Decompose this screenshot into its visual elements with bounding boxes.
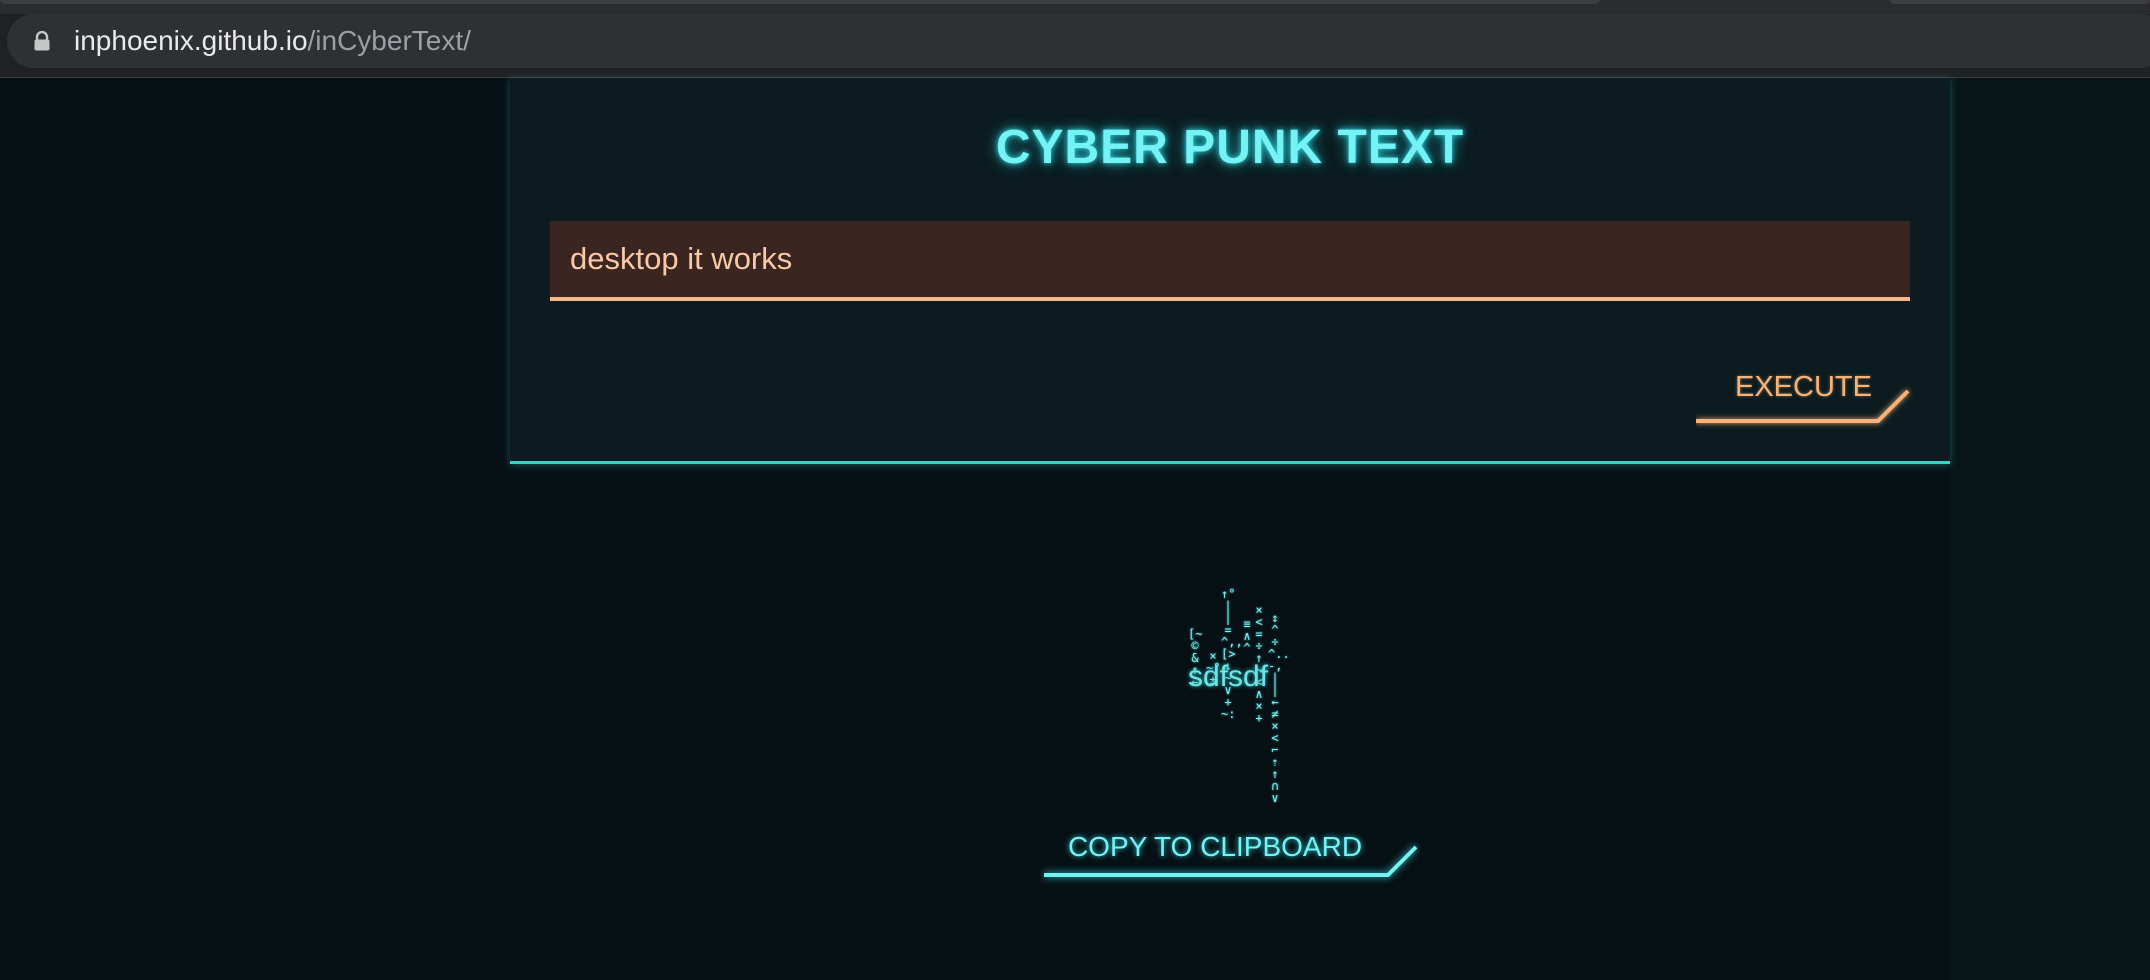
page-content: CYBER PUNK TEXT EXECUTE [~©&↑← ×~°± ↑°||…	[0, 78, 2150, 980]
browser-tab[interactable]	[1890, 0, 2150, 4]
glyph-column: ↑°||=^,,[>↓~∨+~:	[1221, 587, 1243, 721]
browser-tab[interactable]	[0, 0, 1600, 4]
tab-strip	[0, 0, 2150, 14]
url-text[interactable]: inphoenix.github.io/inCyberText/	[74, 22, 471, 60]
execute-button-underline	[1696, 389, 1910, 423]
execute-button[interactable]: EXECUTE	[1696, 363, 1921, 433]
glyph-column: ↕^÷^..-,||←≠×<⌐⇡↑∩∨	[1268, 611, 1290, 805]
output-text: sdfsdf	[1188, 660, 1269, 693]
page-title: CYBER PUNK TEXT	[995, 121, 1465, 174]
cyber-text-output: [~©&↑← ×~°± ↑°||=^,,[>↓~∨+~: ≡∧^ ×<=÷↑~<…	[1180, 587, 1290, 804]
copy-button-underline	[1044, 845, 1418, 877]
browser-chrome: inphoenix.github.io/inCyberText/	[0, 0, 2150, 78]
text-input[interactable]	[550, 221, 1910, 301]
url-domain: inphoenix.github.io	[74, 25, 308, 56]
page-side-strip	[1950, 78, 2150, 980]
lock-icon	[34, 31, 50, 51]
copy-to-clipboard-button[interactable]: COPY TO CLIPBOARD	[1040, 823, 1420, 903]
url-path: /inCyberText/	[307, 25, 471, 56]
input-panel: CYBER PUNK TEXT EXECUTE	[510, 78, 1950, 464]
